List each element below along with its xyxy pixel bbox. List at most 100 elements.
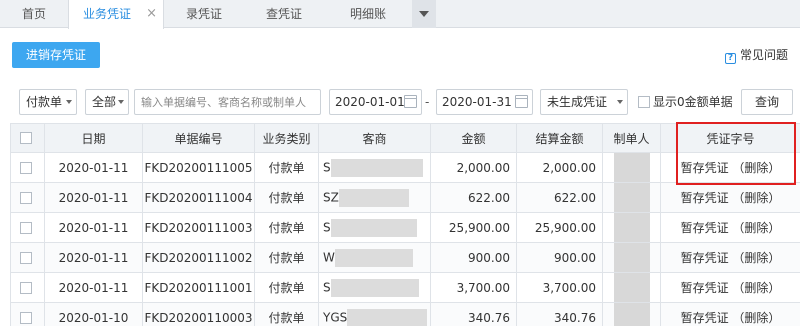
query-button[interactable]: 查询 bbox=[741, 89, 793, 115]
doc-no-cell: FKD20200111003 bbox=[142, 212, 255, 243]
table-header-row: 日期 单据编号 业务类别 客商 金额 结算金额 制单人 凭证字号 bbox=[10, 123, 800, 153]
column-header-settle-amount[interactable]: 结算金额 bbox=[516, 123, 603, 153]
date-from-field[interactable]: 2020-01-01 bbox=[329, 89, 422, 115]
settle-amount-cell: 25,900.00 bbox=[516, 212, 603, 243]
maker-cell bbox=[602, 272, 661, 303]
column-header-doc-no[interactable]: 单据编号 bbox=[142, 123, 255, 153]
delete-link[interactable]: （删除） bbox=[732, 281, 780, 295]
voucher-status-link[interactable]: 暂存凭证 bbox=[681, 221, 729, 235]
redacted-block bbox=[347, 308, 428, 326]
caret-down-icon bbox=[617, 100, 623, 104]
calendar-icon[interactable] bbox=[404, 95, 417, 108]
calendar-icon[interactable] bbox=[515, 95, 528, 108]
row-checkbox[interactable] bbox=[20, 281, 32, 294]
partner-text: YGS bbox=[323, 310, 348, 324]
amount-cell: 25,900.00 bbox=[430, 212, 517, 243]
voucher-status-link[interactable]: 暂存凭证 bbox=[681, 161, 729, 175]
tab-query-voucher[interactable]: 查凭证 bbox=[244, 0, 324, 28]
voucher-status-select[interactable]: 未生成凭证 bbox=[540, 89, 628, 115]
partner-text: W bbox=[323, 250, 335, 264]
select-all-cell bbox=[10, 123, 45, 153]
partner-cell: S bbox=[318, 152, 431, 183]
table-row: 2020-01-11 FKD20200111005 付款单 S 2,000.00… bbox=[10, 152, 800, 183]
voucher-cell: 暂存凭证 （删除） bbox=[660, 272, 800, 303]
delete-link[interactable]: （删除） bbox=[732, 251, 780, 265]
tab-label: 查凭证 bbox=[265, 7, 302, 21]
date-cell: 2020-01-11 bbox=[44, 182, 143, 213]
tab-label: 业务凭证 bbox=[83, 7, 132, 21]
date-from-value: 2020-01-01 bbox=[335, 95, 405, 109]
settle-amount-cell: 622.00 bbox=[516, 182, 603, 213]
tab-home[interactable]: 首页 bbox=[0, 0, 68, 28]
show-zero-amount-checkbox[interactable] bbox=[638, 96, 650, 108]
redacted-block bbox=[613, 153, 650, 182]
category-cell: 付款单 bbox=[254, 152, 319, 183]
category-cell: 付款单 bbox=[254, 272, 319, 303]
redacted-block bbox=[330, 158, 423, 177]
maker-cell bbox=[602, 182, 661, 213]
redacted-block bbox=[338, 188, 409, 207]
table-row: 2020-01-11 FKD20200111003 付款单 S 25,900.0… bbox=[10, 212, 800, 243]
category-cell: 付款单 bbox=[254, 242, 319, 273]
voucher-status-link[interactable]: 暂存凭证 bbox=[681, 311, 729, 325]
close-icon[interactable]: × bbox=[146, 0, 157, 28]
delete-link[interactable]: （删除） bbox=[732, 221, 780, 235]
row-checkbox[interactable] bbox=[20, 251, 32, 264]
table-row: 2020-01-11 FKD20200111002 付款单 W 900.00 9… bbox=[10, 242, 800, 273]
amount-cell: 622.00 bbox=[430, 182, 517, 213]
column-header-maker[interactable]: 制单人 bbox=[602, 123, 661, 153]
partner-text: S bbox=[323, 280, 331, 294]
help-link[interactable]: ? 常见问题 bbox=[724, 46, 788, 64]
partner-cell: W bbox=[318, 242, 431, 273]
redacted-block bbox=[613, 243, 650, 272]
doc-no-cell: FKD20200111005 bbox=[142, 152, 255, 183]
voucher-status-link[interactable]: 暂存凭证 bbox=[681, 281, 729, 295]
date-cell: 2020-01-10 bbox=[44, 302, 143, 326]
row-checkbox[interactable] bbox=[20, 191, 32, 204]
partner-cell: SZ bbox=[318, 182, 431, 213]
delete-link[interactable]: （删除） bbox=[732, 191, 780, 205]
date-to-value: 2020-01-31 bbox=[442, 95, 512, 109]
voucher-status-link[interactable]: 暂存凭证 bbox=[681, 191, 729, 205]
amount-cell: 900.00 bbox=[430, 242, 517, 273]
column-header-amount[interactable]: 金额 bbox=[430, 123, 517, 153]
delete-link[interactable]: （删除） bbox=[732, 311, 780, 325]
date-cell: 2020-01-11 bbox=[44, 152, 143, 183]
date-range-separator: - bbox=[425, 95, 430, 109]
tab-more-dropdown[interactable] bbox=[412, 0, 436, 28]
partner-text: S bbox=[323, 160, 331, 174]
settle-amount-cell: 900.00 bbox=[516, 242, 603, 273]
date-cell: 2020-01-11 bbox=[44, 242, 143, 273]
maker-cell bbox=[602, 152, 661, 183]
voucher-status-link[interactable]: 暂存凭证 bbox=[681, 251, 729, 265]
show-zero-amount-option[interactable]: 显示0金额单据 bbox=[638, 89, 733, 115]
column-header-partner[interactable]: 客商 bbox=[318, 123, 431, 153]
voucher-cell: 暂存凭证 （删除） bbox=[660, 182, 800, 213]
select-all-checkbox[interactable] bbox=[20, 132, 32, 144]
caret-down-icon bbox=[419, 11, 429, 17]
tab-bar: 首页 业务凭证 × 录凭证 查凭证 明细账 bbox=[0, 0, 800, 29]
column-header-voucher-no[interactable]: 凭证字号 bbox=[660, 123, 800, 153]
tab-business-voucher[interactable]: 业务凭证 × bbox=[68, 0, 164, 29]
table-row: 2020-01-11 FKD20200111004 付款单 SZ 622.00 … bbox=[10, 182, 800, 213]
doc-type-value: 付款单 bbox=[26, 95, 63, 109]
row-checkbox[interactable] bbox=[20, 221, 32, 234]
search-input[interactable] bbox=[134, 89, 321, 115]
voucher-cell: 暂存凭证 （删除） bbox=[660, 242, 800, 273]
tab-detail-ledger[interactable]: 明细账 bbox=[324, 0, 412, 28]
doc-type-select[interactable]: 付款单 bbox=[19, 89, 77, 115]
date-cell: 2020-01-11 bbox=[44, 272, 143, 303]
column-header-date[interactable]: 日期 bbox=[44, 123, 143, 153]
column-header-category[interactable]: 业务类别 bbox=[254, 123, 319, 153]
caret-down-icon bbox=[118, 100, 124, 104]
row-checkbox[interactable] bbox=[20, 161, 32, 174]
scope-select[interactable]: 全部 bbox=[85, 89, 129, 115]
date-to-field[interactable]: 2020-01-31 bbox=[436, 89, 533, 115]
doc-no-cell: FKD20200111004 bbox=[142, 182, 255, 213]
tab-enter-voucher[interactable]: 录凭证 bbox=[164, 0, 244, 28]
partner-text: S bbox=[323, 220, 331, 234]
delete-link[interactable]: （删除） bbox=[732, 161, 780, 175]
inventory-voucher-button[interactable]: 进销存凭证 bbox=[12, 42, 100, 68]
row-checkbox[interactable] bbox=[20, 311, 32, 324]
voucher-cell: 暂存凭证 （删除） bbox=[660, 302, 800, 326]
